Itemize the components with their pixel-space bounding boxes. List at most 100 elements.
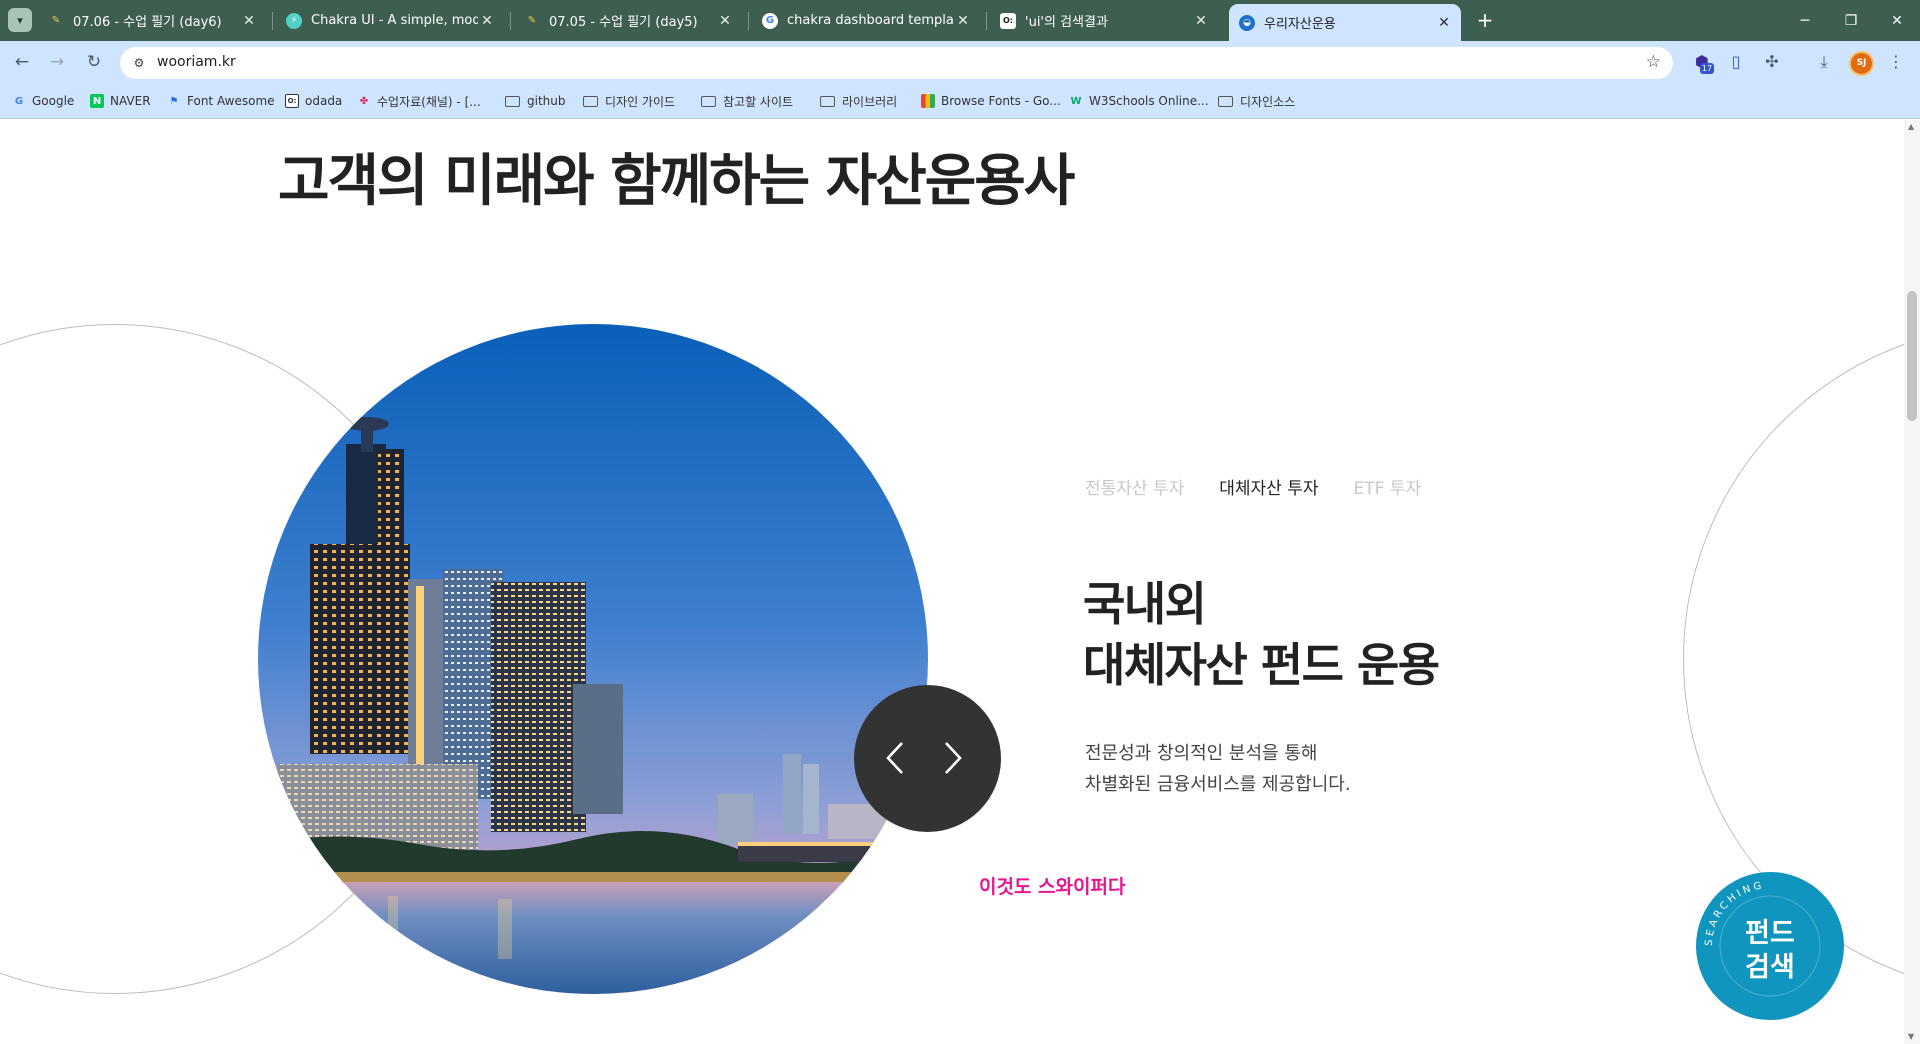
folder-icon	[1218, 95, 1233, 107]
new-tab-button[interactable]: +	[1472, 8, 1498, 34]
address-bar[interactable]: ⚙ wooriam.kr ☆	[120, 47, 1673, 79]
flag-icon: ⚑	[169, 95, 179, 107]
tab-title: 'ui'의 검색결과	[1025, 15, 1108, 30]
swiper-note-text: 이것도 스와이퍼다	[979, 876, 1126, 898]
browser-tab[interactable]: ✎ 07.06 - 수업 필기 (day6) ✕	[38, 4, 266, 37]
minimize-icon[interactable]: ─	[1782, 0, 1828, 41]
bookmark-font-awesome[interactable]: ⚑ Font Awesome	[167, 92, 275, 110]
browser-toolbar: ← → ↻ ⚙ wooriam.kr ☆ ⬢ ▯ ✣ ⤓ ⋮	[0, 41, 1920, 83]
city-night-illustration	[258, 324, 928, 994]
bookmark-label: W3Schools Online...	[1089, 94, 1209, 108]
bookmark-folder-design-sources[interactable]: 디자인소스	[1218, 92, 1295, 110]
chakra-icon: ⚡	[286, 12, 302, 29]
tab-alternative-assets[interactable]: 대체자산 투자	[1219, 474, 1318, 499]
tab-title: 07.05 - 수업 필기 (day5)	[549, 15, 698, 30]
close-icon[interactable]: ✕	[954, 13, 972, 29]
tab-title: Chakra UI - A simple, modular	[311, 13, 478, 28]
slide-title-line1: 국내외	[1083, 577, 1207, 631]
scroll-up-icon[interactable]: ▲	[1908, 122, 1916, 131]
bookmark-google-fonts[interactable]: Browse Fonts - Go...	[921, 92, 1061, 110]
folder-icon	[701, 95, 716, 107]
tab-divider	[272, 12, 273, 30]
pencil-icon: ✎	[51, 15, 61, 26]
fund-search-button[interactable]: SEARCHING 펀드 검색	[1696, 872, 1844, 1020]
google-icon: G	[762, 12, 778, 29]
bookmark-google[interactable]: G Google	[12, 92, 74, 110]
bookmark-odada[interactable]: O: odada	[285, 92, 342, 110]
forward-icon[interactable]: →	[45, 50, 69, 74]
browser-tab[interactable]: ✎ 07.05 - 수업 필기 (day5) ✕	[514, 4, 742, 37]
pencil-icon: ✎	[527, 15, 537, 26]
close-window-icon[interactable]: ✕	[1874, 0, 1920, 41]
bookmark-label: NAVER	[110, 94, 151, 108]
site-info-icon[interactable]: ⚙	[130, 54, 148, 72]
page-headline: 고객의 미래와 함께하는 자산운용사	[278, 149, 1075, 214]
scroll-down-icon[interactable]: ▼	[1908, 1032, 1916, 1041]
download-icon[interactable]: ⤓	[1812, 50, 1836, 74]
browser-tab-active[interactable]: ◒ 우리자산운용 ✕	[1229, 4, 1461, 41]
bookmark-star-icon[interactable]: ☆	[1646, 52, 1661, 72]
slide-description-line1: 전문성과 창의적인 분석을 통해	[1085, 743, 1318, 764]
bookmark-folder-design-guide[interactable]: 디자인 가이드	[583, 92, 675, 110]
vertical-scrollbar[interactable]: ▲ ▼	[1904, 120, 1920, 1044]
browser-tab[interactable]: ⚡ Chakra UI - A simple, modular ✕	[276, 4, 504, 37]
browser-tab[interactable]: G chakra dashboard template qu ✕	[752, 4, 980, 37]
page-viewport: 고객의 미래와 함께하는 자산운용사 전통자산 투자 대체자산 투자 ETF 투…	[0, 120, 1920, 1044]
tab-divider	[986, 12, 987, 30]
slack-icon: ✤	[359, 95, 369, 107]
close-icon[interactable]: ✕	[478, 13, 496, 29]
google-icon: G	[14, 95, 24, 107]
slide-image-seoul-skyline	[258, 324, 928, 994]
tab-search-chevron-icon[interactable]: ▾	[8, 8, 32, 32]
slider-next-button[interactable]	[932, 735, 972, 781]
bookmark-folder-reference-sites[interactable]: 참고할 사이트	[701, 92, 793, 110]
odada-icon: O:	[285, 94, 299, 108]
w3schools-icon: W	[1070, 95, 1082, 107]
tab-divider	[510, 12, 511, 30]
tab-etf[interactable]: ETF 투자	[1354, 474, 1422, 499]
bookmark-w3schools[interactable]: W W3Schools Online...	[1069, 92, 1209, 110]
bookmark-label: Browse Fonts - Go...	[941, 94, 1061, 108]
google-fonts-icon	[921, 94, 935, 108]
close-icon[interactable]: ✕	[716, 13, 734, 29]
back-icon[interactable]: ←	[10, 50, 34, 74]
tab-traditional-assets[interactable]: 전통자산 투자	[1085, 474, 1184, 499]
badge-line1: 펀드	[1745, 918, 1795, 949]
woori-icon: ◒	[1239, 14, 1255, 31]
bookmark-class-materials[interactable]: ✤ 수업자료(채널) - [...	[357, 92, 481, 110]
profile-avatar[interactable]: SJ	[1849, 51, 1874, 76]
bookmark-folder-github[interactable]: github	[505, 92, 565, 110]
slider-navigation	[854, 685, 1001, 832]
close-icon[interactable]: ✕	[1192, 13, 1210, 29]
tab-divider	[748, 12, 749, 30]
url-text[interactable]: wooriam.kr	[157, 54, 236, 70]
close-icon[interactable]: ✕	[1435, 15, 1453, 31]
slide-title: 국내외 대체자산 펀드 운용	[1083, 574, 1440, 696]
odada-icon: O:	[1000, 12, 1016, 29]
tab-title: 우리자산운용	[1264, 17, 1336, 32]
bookmark-folder-libraries[interactable]: 라이브러리	[820, 92, 897, 110]
bookmark-label: Google	[32, 94, 75, 108]
extensions-puzzle-icon[interactable]: ✣	[1760, 50, 1784, 74]
folder-icon	[820, 95, 835, 107]
slider-prev-button[interactable]	[876, 735, 916, 781]
bookmark-naver[interactable]: N NAVER	[90, 92, 151, 110]
investment-category-tabs: 전통자산 투자 대체자산 투자 ETF 투자	[1085, 474, 1456, 499]
bookmarks-bar: G Google N NAVER ⚑ Font Awesome O: odada…	[0, 83, 1920, 119]
chevron-left-icon	[886, 742, 903, 774]
browser-tab[interactable]: O: 'ui'의 검색결과 ✕	[990, 4, 1218, 37]
bookmark-label: github	[527, 94, 566, 108]
folder-icon	[583, 95, 598, 107]
more-menu-icon[interactable]: ⋮	[1884, 50, 1908, 74]
naver-icon: N	[90, 94, 104, 108]
scrollbar-thumb[interactable]	[1907, 291, 1917, 421]
bookmark-label: 참고할 사이트	[723, 94, 794, 109]
reload-icon[interactable]: ↻	[82, 50, 106, 74]
close-icon[interactable]: ✕	[240, 13, 258, 29]
tab-strip: ▾ ✎ 07.06 - 수업 필기 (day6) ✕ ⚡ Chakra UI -…	[0, 0, 1920, 41]
extension-badge: 17	[1700, 63, 1714, 74]
reading-list-icon[interactable]: ▯	[1724, 50, 1748, 74]
bookmark-label: 수업자료(채널) - [...	[377, 94, 481, 109]
restore-icon[interactable]: ❐	[1828, 0, 1874, 41]
tab-title: chakra dashboard template qu	[787, 13, 954, 28]
